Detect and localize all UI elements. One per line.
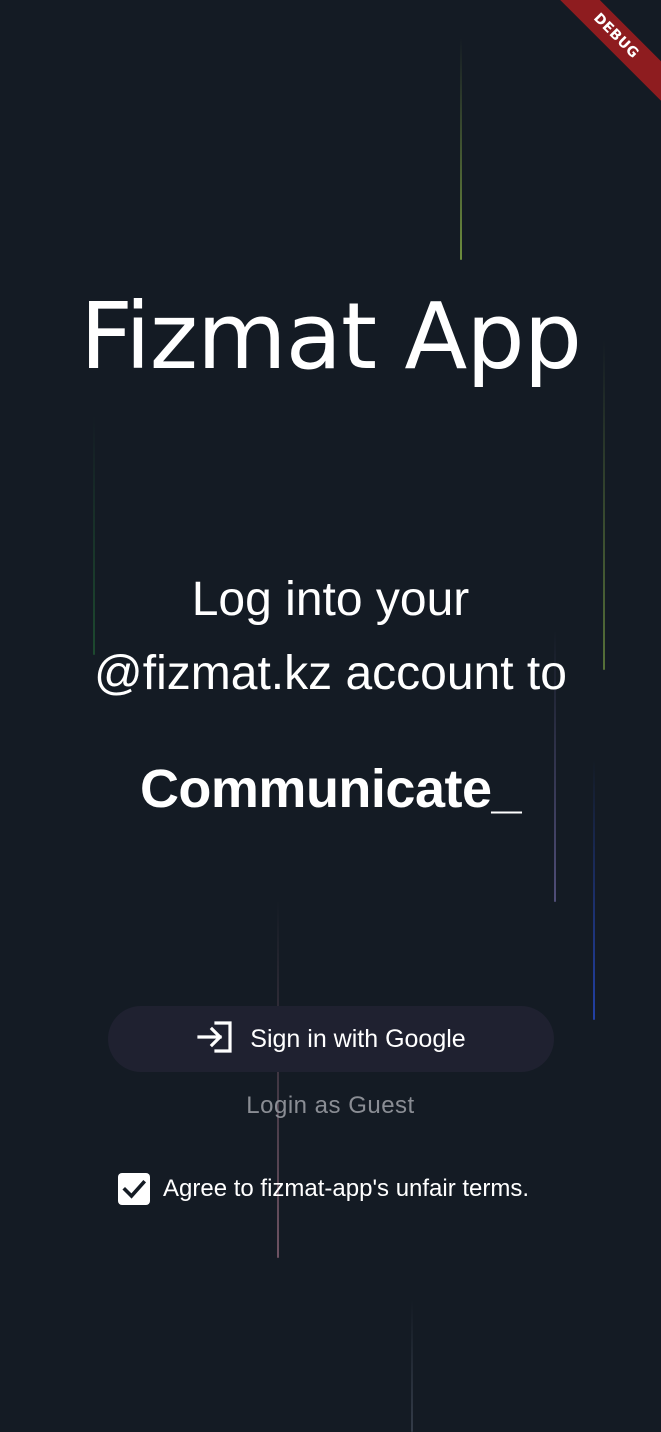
sign-in-google-label: Sign in with Google xyxy=(250,1024,466,1053)
login-subtitle-line1: Log into your xyxy=(191,573,470,626)
debug-banner-label: DEBUG xyxy=(545,0,661,107)
login-subtitle-line2: @fizmat.kz account to xyxy=(94,647,567,700)
login-subtitle: Log into your @fizmat.kz account to xyxy=(0,563,661,711)
debug-banner: DEBUG xyxy=(541,0,661,120)
login-guest-link[interactable]: Login as Guest xyxy=(0,1092,661,1120)
sign-in-google-button[interactable]: Sign in with Google xyxy=(108,1006,554,1072)
login-screen: DEBUG Fizmat App Log into your @fizmat.k… xyxy=(0,0,661,1432)
terms-label: Agree to fizmat-app's unfair terms. xyxy=(163,1175,530,1202)
login-arrow-icon xyxy=(196,1020,234,1059)
background-streak xyxy=(460,38,462,260)
checkmark-icon xyxy=(122,1179,147,1199)
background-streak xyxy=(411,1300,413,1432)
terms-agreement: Agree to fizmat-app's unfair terms. xyxy=(118,1173,529,1205)
typewriter-text: Communicate_ xyxy=(139,759,522,819)
terms-checkbox[interactable] xyxy=(118,1173,150,1205)
app-title: Fizmat App xyxy=(79,283,582,390)
